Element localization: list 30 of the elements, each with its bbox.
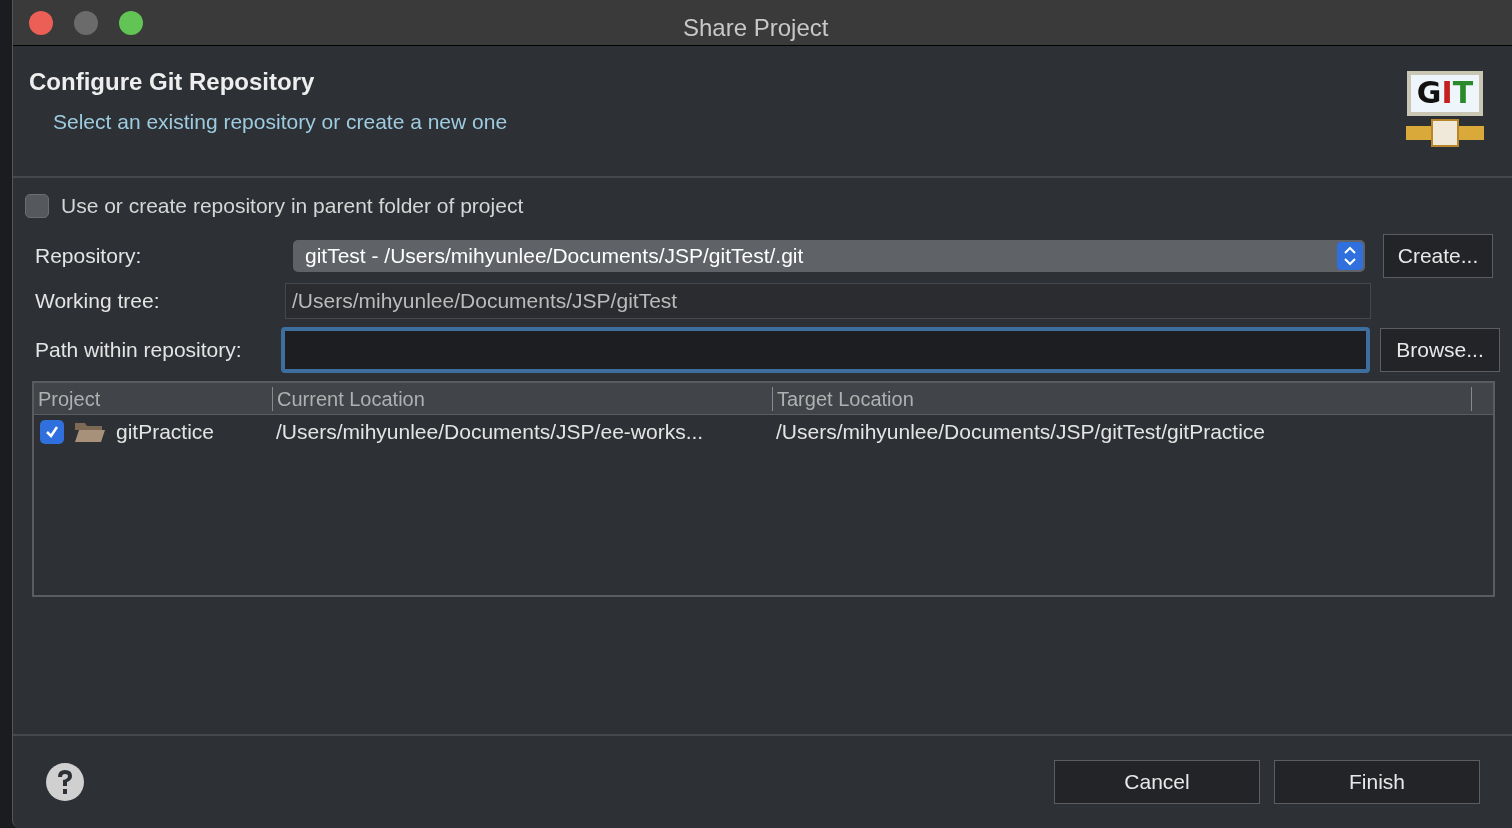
checkmark-icon — [44, 424, 60, 440]
checkbox[interactable] — [25, 194, 49, 218]
column-header[interactable]: Target Location — [772, 386, 1472, 411]
zoom-button[interactable] — [119, 10, 143, 35]
page-description: Select an existing repository or create a new one — [53, 109, 508, 135]
help-icon[interactable] — [45, 762, 85, 802]
column-header[interactable]: Current Location — [272, 386, 772, 411]
browse-button[interactable]: Browse... — [1380, 328, 1500, 372]
window-title: Share Project — [683, 13, 829, 43]
table-cell-text: gitPractice — [116, 419, 215, 446]
working-tree-field: /Users/mihyunlee/Documents/JSP/gitTest — [285, 283, 1371, 319]
dialog-button[interactable]: Finish — [1274, 760, 1480, 804]
column-header[interactable]: Project — [34, 386, 272, 411]
dropdown-stepper-icon — [1337, 242, 1363, 270]
dialog-button[interactable]: Cancel — [1054, 760, 1260, 804]
path-input-field[interactable] — [280, 327, 1371, 373]
repository-dropdown[interactable]: gitTest - /Users/mihyunlee/Documents/JSP/gitTest/.git — [293, 240, 1365, 272]
logo-text: GIT — [1415, 76, 1475, 110]
page-title: Configure Git Repository — [29, 67, 315, 97]
checkbox[interactable] — [40, 420, 64, 444]
table-cell-text: /Users/mihyunlee/Documents/JSP/ee-works... — [275, 419, 705, 446]
field-label: Repository: — [35, 243, 143, 270]
minimize-button[interactable] — [74, 10, 98, 35]
table-cell-text: /Users/mihyunlee/Documents/JSP/gitTest/gitPractice — [775, 419, 1267, 446]
folder-icon — [74, 420, 106, 444]
field-label: Path within repository: — [35, 337, 243, 364]
field-label: Working tree: — [35, 288, 161, 315]
close-button[interactable] — [29, 10, 53, 35]
create-button[interactable]: Create... — [1383, 234, 1493, 278]
checkbox-label[interactable]: Use or create repository in parent folder of project — [61, 190, 524, 222]
